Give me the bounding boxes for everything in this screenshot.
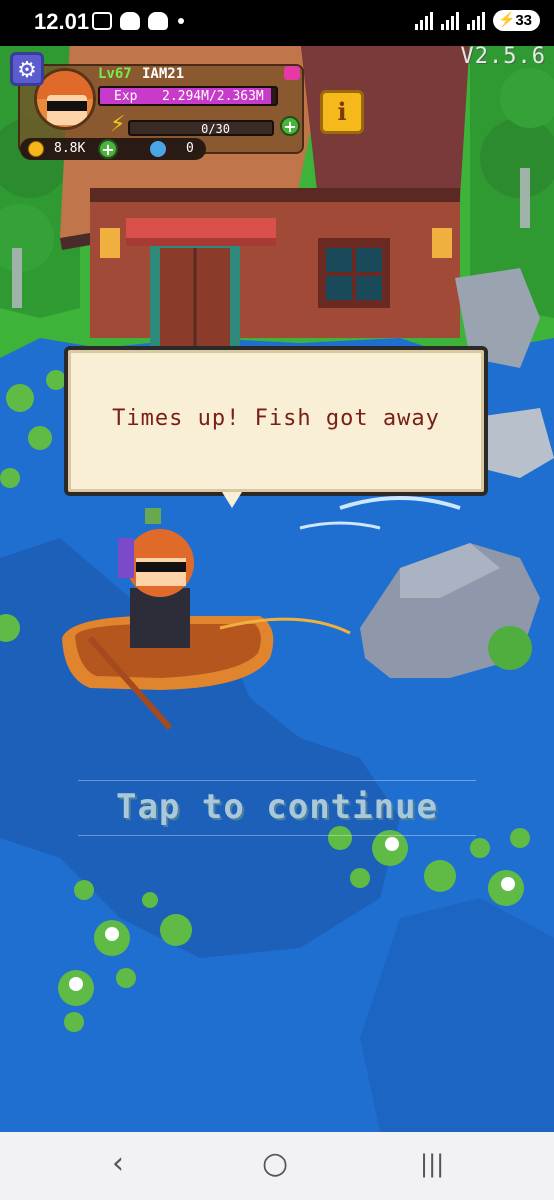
gem-count: 0 [186,141,194,156]
add-coins-button[interactable]: + [98,139,118,159]
exp-bar: Exp 2.294M/2.363M [98,86,278,106]
gear-icon: ⚙ [17,58,37,83]
plus-icon: + [101,140,115,159]
signal-icon [441,11,460,30]
tap-to-continue-prompt[interactable]: Tap to continue [78,780,476,836]
back-button[interactable]: ‹ [112,1146,124,1181]
version-label: V2.5.6 [460,44,546,69]
player-name: IAM21 [142,66,185,82]
notification-icons [92,12,184,30]
add-energy-button[interactable]: + [280,116,300,136]
scene-art [0,38,554,1132]
profile-card-icon[interactable] [284,66,300,80]
screenshot-icon [92,12,112,30]
dialog-message: Times up! Fish got away [112,406,440,431]
home-button[interactable]: ○ [262,1146,288,1181]
clock: 12.01 [34,9,90,34]
battery-icon: 33 [493,10,540,31]
player-level: Lv67 [98,66,132,82]
currency-row: 8.8K + 0 [20,138,206,160]
wifi-icon [415,11,434,30]
energy-icon: ⚡ [110,112,126,137]
energy-value: 0/30 [201,122,230,136]
status-bar: 12.01 33 [0,0,554,46]
more-notifications-icon [178,18,184,24]
system-nav-bar: ‹ ○ ||| [0,1132,554,1200]
info-icon: i [337,97,347,126]
signal-icon-2 [467,11,486,30]
coin-count: 8.8K [54,141,86,156]
settings-button[interactable]: ⚙ [10,52,44,86]
discord-icon [120,12,140,30]
coin-icon [28,141,44,157]
gem-icon [150,141,166,157]
exp-value: 2.294M/2.363M [162,89,264,104]
energy-bar: 0/30 [128,120,274,136]
recents-button[interactable]: ||| [420,1150,444,1178]
message-dialog: Times up! Fish got away [64,346,488,496]
info-button[interactable]: i [320,90,364,134]
exp-label: Exp [114,89,138,104]
tap-to-continue-label: Tap to continue [115,787,439,827]
plus-icon: + [283,117,297,136]
dialog-tail [222,492,242,508]
game-scene[interactable]: ⚙ Lv67 IAM21 Exp 2.294M/2.363M ⚡ 0/30 + … [0,38,554,1132]
discord-icon-2 [148,12,168,30]
